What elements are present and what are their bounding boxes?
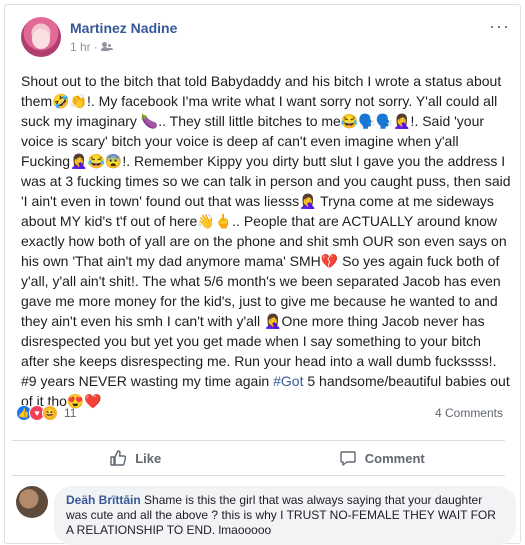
comment-bubble: Deäh Brïttāin Shame is this the girl tha… (54, 486, 516, 545)
hashtag-link[interactable]: #Got (273, 373, 303, 389)
friends-icon[interactable] (100, 42, 113, 52)
post-meta: Martinez Nadine 1 hr · (70, 20, 177, 55)
post-time[interactable]: 1 hr (70, 39, 91, 55)
more-options-icon[interactable]: ··· (489, 17, 510, 35)
reactions-summary[interactable]: 👍 ♥ 😆 11 (16, 405, 76, 421)
haha-reaction-icon: 😆 (42, 405, 58, 421)
like-label: Like (135, 450, 162, 466)
divider (12, 475, 505, 476)
comment-label: Comment (364, 450, 425, 466)
post-header: Martinez Nadine 1 hr · (21, 17, 177, 57)
post-subline: 1 hr · (70, 39, 177, 55)
comments-count-link[interactable]: 4 Comments (435, 406, 503, 420)
like-icon (110, 450, 127, 466)
comment-button[interactable]: Comment (259, 441, 506, 475)
reaction-count: 11 (64, 406, 77, 420)
action-bar: Like Comment (12, 441, 505, 475)
separator-dot: · (93, 40, 98, 54)
commenter-name[interactable]: Deäh Brïttāin (66, 493, 141, 507)
comment-item: Deäh Brïttāin Shame is this the girl tha… (16, 486, 516, 545)
author-name[interactable]: Martinez Nadine (70, 20, 177, 37)
post-text-part-1: Shout out to the bitch that told Babydad… (21, 73, 515, 389)
post-text: Shout out to the bitch that told Babydad… (21, 71, 511, 411)
engagement-counts: 👍 ♥ 😆 11 4 Comments (16, 405, 503, 421)
like-button[interactable]: Like (12, 441, 259, 475)
author-avatar[interactable] (21, 17, 61, 57)
commenter-avatar[interactable] (16, 486, 48, 518)
comment-icon (340, 451, 356, 466)
